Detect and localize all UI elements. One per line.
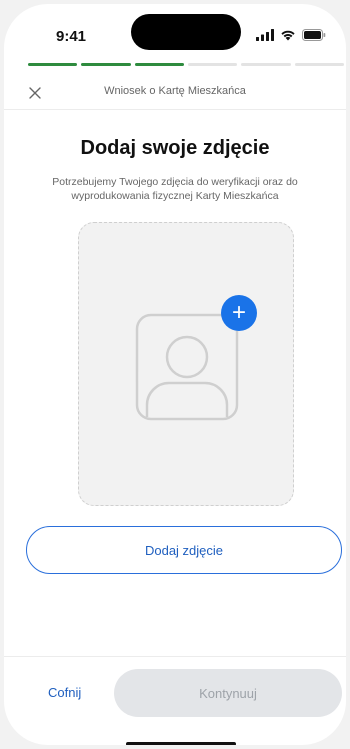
- progress-step: [241, 63, 291, 66]
- header-title: Wniosek o Kartę Mieszkańca: [104, 85, 246, 97]
- wifi-icon: [280, 28, 296, 46]
- status-bar: 9:41: [4, 4, 346, 60]
- top-bar: Wniosek o Kartę Mieszkańca: [4, 74, 346, 110]
- page-title: Dodaj swoje zdjęcie: [80, 137, 270, 159]
- user-photo-placeholder-icon: [135, 313, 239, 421]
- add-photo-button[interactable]: Dodaj zdjęcie: [26, 526, 342, 574]
- dynamic-island: [131, 14, 241, 50]
- footer-bar: Cofnij Kontynuuj: [4, 656, 346, 745]
- photo-upload-area[interactable]: +: [78, 222, 294, 506]
- progress-step: [294, 63, 344, 66]
- battery-icon: [302, 28, 326, 46]
- progress-step: [188, 63, 238, 66]
- progress-step: [134, 63, 184, 66]
- phone-screen: 9:41 Wniosek o Kartę Mieszkańca Dodaj sw…: [4, 4, 346, 745]
- home-indicator: [126, 742, 236, 745]
- progress-step: [81, 63, 131, 66]
- progress-bar: [28, 63, 344, 67]
- back-button[interactable]: Cofnij: [48, 685, 81, 700]
- add-photo-plus-icon[interactable]: +: [221, 295, 257, 331]
- continue-button[interactable]: Kontynuuj: [114, 669, 342, 717]
- page-description: Potrzebujemy Twojego zdjęcia do weryfika…: [52, 176, 298, 202]
- progress-step: [28, 63, 78, 66]
- signal-icon: [256, 28, 274, 46]
- status-time: 9:41: [56, 28, 87, 45]
- status-icons: [256, 28, 326, 46]
